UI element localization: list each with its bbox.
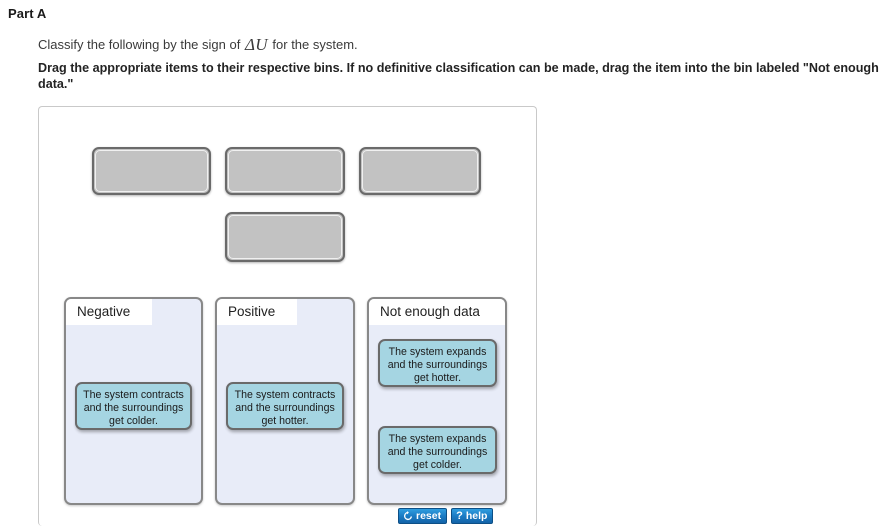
bin-label: Positive xyxy=(217,299,297,325)
page-title: Part A xyxy=(8,6,47,21)
question-statement-suffix: for the system. xyxy=(268,37,358,52)
help-button-label: help xyxy=(465,510,488,522)
question-statement: Classify the following by the sign of ΔU… xyxy=(38,35,358,55)
empty-item-slot[interactable] xyxy=(225,147,345,195)
reset-button-label: reset xyxy=(416,510,442,522)
bin-not-enough-data[interactable]: Not enough data The system expands and t… xyxy=(367,297,507,505)
empty-item-slot[interactable] xyxy=(359,147,481,195)
drag-and-drop-panel: Negative The system contracts and the su… xyxy=(38,106,537,526)
draggable-item[interactable]: The system expands and the surroundings … xyxy=(378,339,497,387)
question-statement-prefix: Classify the following by the sign of xyxy=(38,37,244,52)
help-button[interactable]: ? help xyxy=(451,508,494,524)
empty-item-slot[interactable] xyxy=(92,147,211,195)
draggable-item[interactable]: The system contracts and the surrounding… xyxy=(75,382,192,430)
question-mark-icon: ? xyxy=(456,509,463,522)
refresh-icon xyxy=(403,511,413,521)
delta-u-symbol: ΔU xyxy=(244,35,268,54)
action-button-bar: reset ? help xyxy=(398,508,494,524)
draggable-item[interactable]: The system contracts and the surrounding… xyxy=(226,382,344,430)
reset-button[interactable]: reset xyxy=(398,508,448,524)
empty-item-slot[interactable] xyxy=(225,212,345,262)
drag-instructions: Drag the appropriate items to their resp… xyxy=(38,61,879,91)
bin-positive[interactable]: Positive The system contracts and the su… xyxy=(215,297,355,505)
draggable-item[interactable]: The system expands and the surroundings … xyxy=(378,426,497,474)
bin-label: Not enough data xyxy=(369,299,505,325)
bin-label: Negative xyxy=(66,299,152,325)
bin-negative[interactable]: Negative The system contracts and the su… xyxy=(64,297,203,505)
